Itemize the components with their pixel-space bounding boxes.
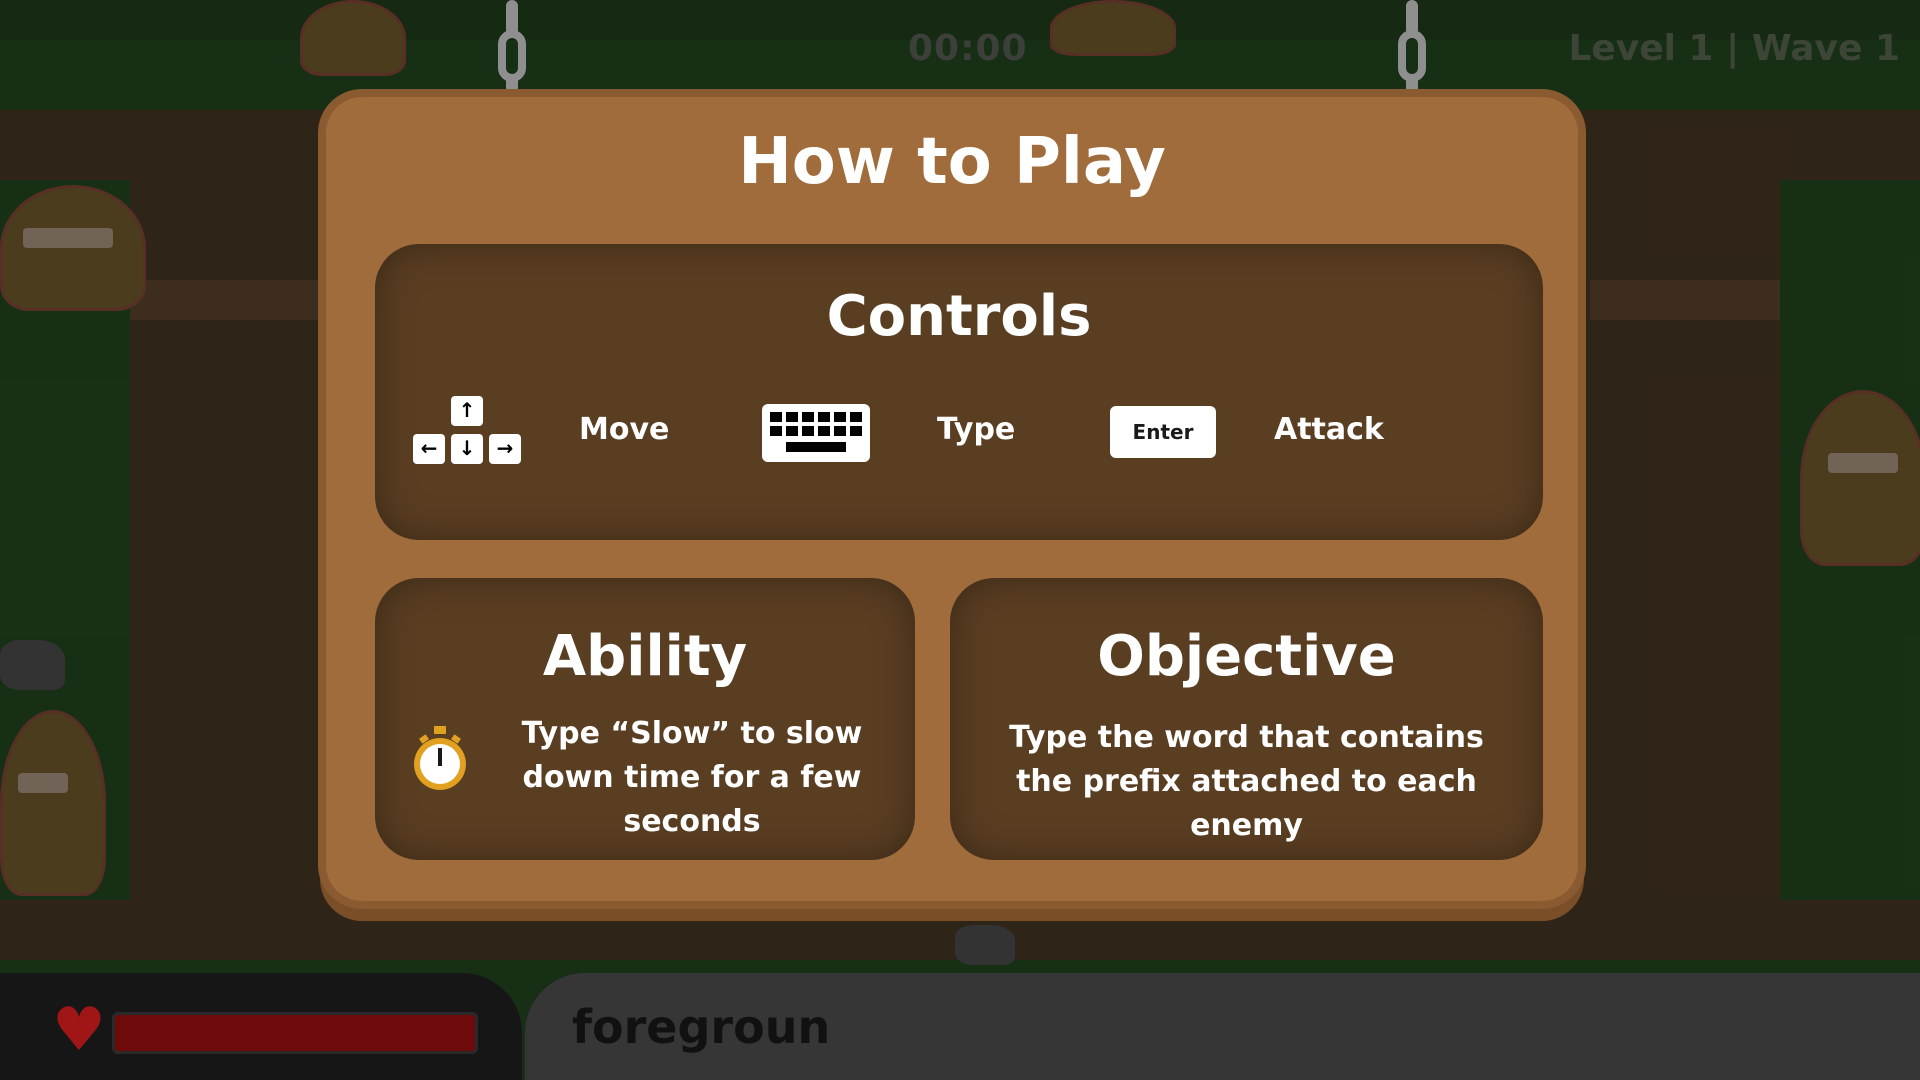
- ability-description: Type “Slow” to slow down time for a few …: [521, 716, 863, 839]
- health-bar-fill: [115, 1015, 475, 1051]
- objective-description: Type the word that contains the prefix a…: [1009, 720, 1484, 843]
- typed-text: foregroun: [572, 1000, 831, 1054]
- heart-icon: ♥: [52, 995, 106, 1065]
- controls-panel: Controls ↑ ← ↓ → Move Type Enter Attack: [375, 244, 1543, 540]
- board-title: How to Play: [738, 125, 1166, 199]
- keyboard-icon: [762, 404, 870, 462]
- health-bar: [112, 1012, 478, 1054]
- stopwatch-icon: [412, 726, 468, 792]
- enter-key-icon: Enter: [1110, 406, 1216, 458]
- arrow-up-key: ↑: [451, 396, 483, 426]
- arrow-left-key: ←: [413, 434, 445, 464]
- chain-icon: [497, 0, 527, 94]
- chain-icon: [1397, 0, 1427, 94]
- ability-panel: Ability Type “Slow” to slow down time fo…: [375, 578, 915, 860]
- level-wave-indicator: Level 1 | Wave 1: [1568, 28, 1900, 69]
- arrow-down-key: ↓: [451, 434, 483, 464]
- how-to-play-board: How to Play Controls ↑ ← ↓ → Move Type E…: [326, 97, 1578, 901]
- objective-title: Objective: [1097, 624, 1396, 689]
- arrow-right-key: →: [489, 434, 521, 464]
- objective-panel: Objective Type the word that contains th…: [950, 578, 1543, 860]
- controls-title: Controls: [826, 284, 1092, 349]
- game-timer: 00:00: [908, 28, 1028, 69]
- ability-title: Ability: [542, 624, 748, 689]
- move-label: Move: [579, 412, 670, 447]
- attack-label: Attack: [1274, 412, 1384, 447]
- arrow-keys-icon: ↑ ← ↓ →: [413, 396, 521, 466]
- type-label: Type: [937, 412, 1016, 447]
